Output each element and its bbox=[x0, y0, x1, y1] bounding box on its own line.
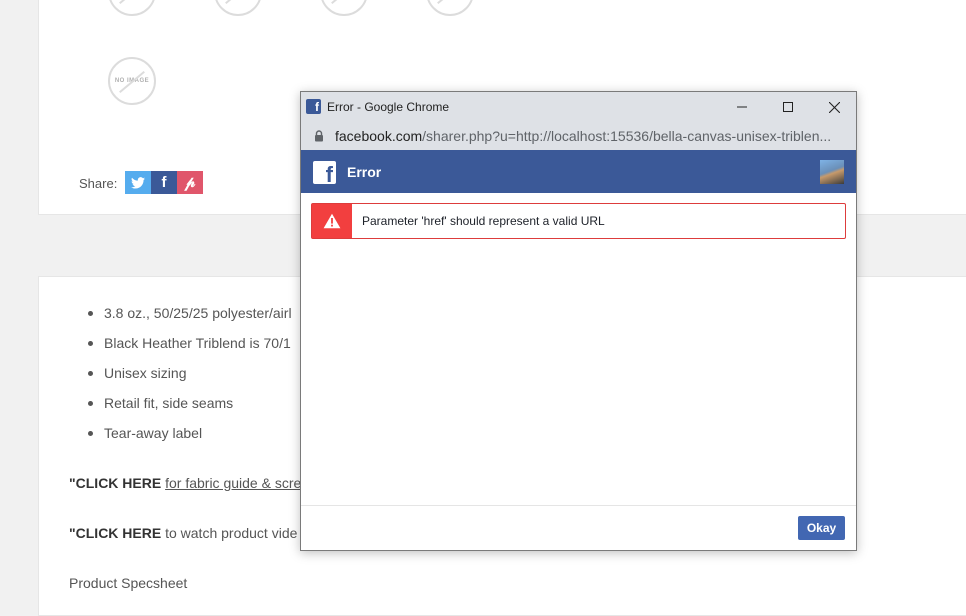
lock-icon bbox=[315, 130, 323, 142]
close-icon bbox=[828, 101, 840, 113]
twitter-share-button[interactable] bbox=[125, 171, 151, 194]
url-path: /sharer.php?u=http://localhost:15536/bel… bbox=[422, 128, 832, 144]
address-bar[interactable]: facebook.com/sharer.php?u=http://localho… bbox=[301, 122, 856, 150]
share-label: Share: bbox=[79, 176, 118, 191]
maximize-button[interactable] bbox=[765, 92, 811, 122]
facebook-share-button[interactable]: f bbox=[151, 171, 177, 194]
okay-button[interactable]: Okay bbox=[798, 516, 845, 540]
no-image-thumbnail[interactable]: NO IMAGE bbox=[108, 57, 156, 105]
url-text[interactable]: facebook.com/sharer.php?u=http://localho… bbox=[335, 128, 845, 144]
window-title: Error - Google Chrome bbox=[327, 100, 450, 114]
click-here-label[interactable]: "CLICK HERE bbox=[69, 525, 161, 541]
list-item: Tear-away label bbox=[88, 424, 292, 454]
list-item: Black Heather Triblend is 70/1 bbox=[88, 334, 292, 364]
no-image-label: NO IMAGE bbox=[114, 78, 150, 84]
twitter-icon bbox=[131, 176, 145, 189]
list-item: Retail fit, side seams bbox=[88, 394, 292, 424]
error-message: Parameter 'href' should represent a vali… bbox=[362, 214, 605, 228]
warning-icon bbox=[312, 204, 352, 238]
product-video-paragraph: "CLICK HERE to watch product vide bbox=[69, 525, 297, 541]
minimize-button[interactable] bbox=[719, 92, 765, 122]
click-here-label: "CLICK HERE bbox=[69, 475, 162, 491]
dialog-title: Error bbox=[347, 164, 382, 180]
close-button[interactable] bbox=[811, 92, 856, 122]
url-host: facebook.com bbox=[335, 128, 423, 144]
pinterest-share-button[interactable]: 𝓅 bbox=[177, 171, 203, 194]
facebook-logo-icon: f bbox=[313, 161, 336, 184]
error-alert: Parameter 'href' should represent a vali… bbox=[311, 203, 846, 239]
product-video-text: to watch product vide bbox=[165, 525, 298, 541]
list-item: Unisex sizing bbox=[88, 364, 292, 394]
facebook-favicon-icon: f bbox=[306, 99, 321, 114]
pinterest-icon: 𝓅 bbox=[184, 174, 196, 191]
product-features-list: 3.8 oz., 50/25/25 polyester/airl Black H… bbox=[88, 304, 292, 454]
avatar[interactable] bbox=[820, 160, 844, 184]
list-item: 3.8 oz., 50/25/25 polyester/airl bbox=[88, 304, 292, 334]
product-specsheet-text[interactable]: Product Specsheet bbox=[69, 575, 187, 591]
minimize-icon bbox=[737, 106, 747, 108]
facebook-header: f Error bbox=[301, 150, 856, 193]
footer-divider bbox=[301, 505, 856, 506]
window-titlebar[interactable]: f Error - Google Chrome bbox=[301, 92, 856, 122]
chrome-popup-window: f Error - Google Chrome facebook.com/sha… bbox=[300, 91, 857, 551]
facebook-icon: f bbox=[161, 174, 167, 191]
fabric-guide-paragraph: "CLICK HERE for fabric guide & scre bbox=[69, 475, 301, 491]
maximize-icon bbox=[783, 102, 793, 112]
fabric-guide-link[interactable]: for fabric guide & scre bbox=[165, 475, 301, 491]
